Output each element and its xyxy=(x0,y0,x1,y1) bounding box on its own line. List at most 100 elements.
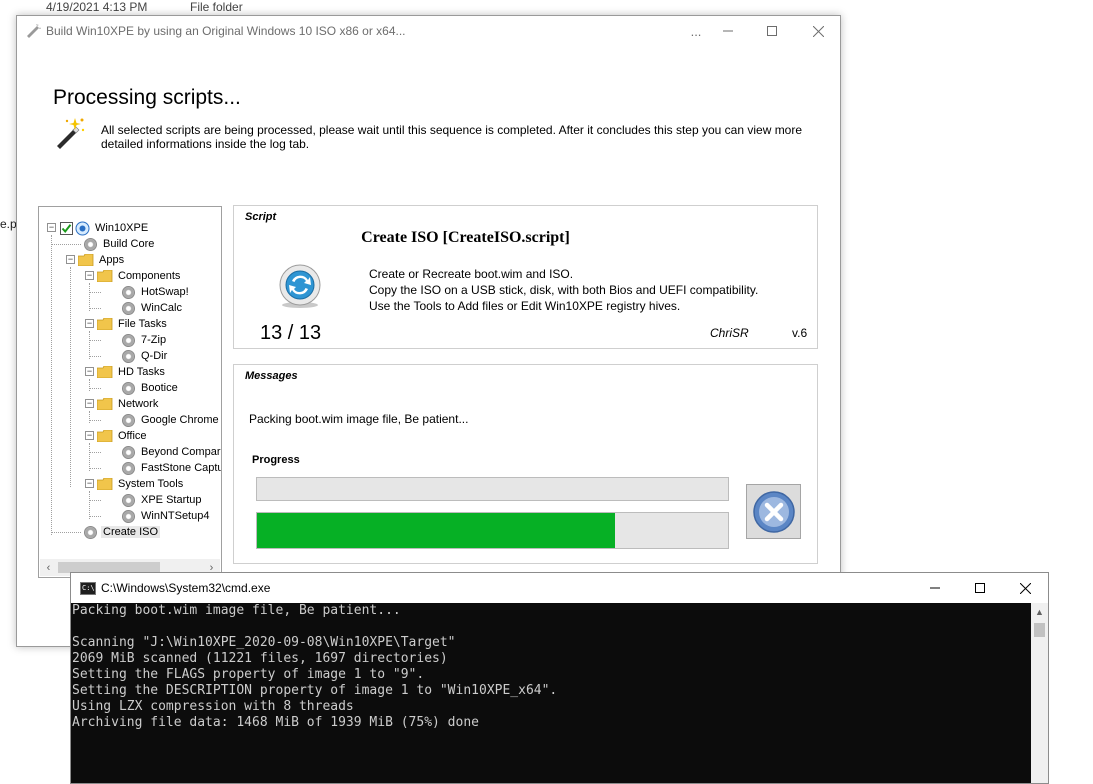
page-title: Processing scripts... xyxy=(53,86,241,109)
cmd-app-icon: C:\ xyxy=(80,582,96,595)
console-line: Packing boot.wim image file, Be patient.… xyxy=(72,603,401,618)
tree-item-7zip[interactable]: 7-Zip xyxy=(122,332,168,348)
scroll-up-icon[interactable]: ▲ xyxy=(1031,603,1048,620)
cmd-maximize-button[interactable] xyxy=(957,573,1003,603)
tree-item-bootice[interactable]: Bootice xyxy=(122,380,180,396)
tree-collapse-toggle[interactable]: − xyxy=(85,431,94,440)
tree-item-components[interactable]: Components xyxy=(97,268,182,284)
script-title: Create ISO [CreateISO.script] xyxy=(361,229,570,246)
cmd-titlebar[interactable]: C:\ C:\Windows\System32\cmd.exe xyxy=(71,573,1048,603)
tree-item-build-core[interactable]: Build Core xyxy=(84,236,156,252)
progress-bar-overall xyxy=(256,477,729,501)
tree-connector xyxy=(89,331,90,359)
tree-collapse-toggle[interactable]: − xyxy=(85,319,94,328)
script-gear-icon xyxy=(122,461,135,475)
tree-collapse-toggle[interactable]: − xyxy=(47,223,56,232)
builder-minimize-button[interactable] xyxy=(705,16,751,46)
script-panel: Script Create ISO [CreateISO.script] Cre… xyxy=(233,205,818,349)
folder-icon xyxy=(78,254,94,266)
magic-wand-icon xyxy=(57,118,85,149)
tree-item-wincalc[interactable]: WinCalc xyxy=(122,300,184,316)
folder-icon xyxy=(97,478,113,490)
tree-connector xyxy=(89,516,101,517)
tree-item-win10xpe[interactable]: Win10XPE xyxy=(60,220,150,236)
tree-item-office[interactable]: Office xyxy=(97,428,149,444)
console-vertical-scrollbar[interactable]: ▲ xyxy=(1031,603,1048,783)
tree-item-network[interactable]: Network xyxy=(97,396,160,412)
tree-connector xyxy=(89,468,101,469)
tree-collapse-toggle[interactable]: − xyxy=(85,399,94,408)
script-gear-icon xyxy=(122,349,135,363)
builder-app-icon xyxy=(27,24,41,38)
tree-connector xyxy=(89,491,90,519)
tree-connector xyxy=(89,292,101,293)
builder-window: Build Win10XPE by using an Original Wind… xyxy=(16,15,841,647)
folder-icon xyxy=(97,430,113,442)
tree-item-apps[interactable]: Apps xyxy=(78,252,126,268)
console-line: Setting the DESCRIPTION property of imag… xyxy=(72,683,558,698)
tree-item-hd-tasks[interactable]: HD Tasks xyxy=(97,364,167,380)
folder-icon xyxy=(97,270,113,282)
script-panel-label: Script xyxy=(245,211,277,223)
scrollbar-thumb[interactable] xyxy=(1034,623,1045,637)
tree-item-qdir[interactable]: Q-Dir xyxy=(122,348,169,364)
tree-item-winntsetup4[interactable]: WinNTSetup4 xyxy=(122,508,211,524)
tree-connector xyxy=(89,356,101,357)
minimize-icon xyxy=(723,30,733,32)
create-iso-icon xyxy=(279,264,321,308)
tree-item-file-tasks[interactable]: File Tasks xyxy=(97,316,169,332)
tree-connector xyxy=(89,340,101,341)
script-description-line: Use the Tools to Add files or Edit Win10… xyxy=(369,299,681,313)
script-gear-icon xyxy=(84,525,97,539)
script-gear-icon xyxy=(122,445,135,459)
tree-connector xyxy=(89,308,101,309)
tree-connector xyxy=(70,267,71,487)
progress-bar-fill xyxy=(257,513,615,548)
checkbox-checked-icon xyxy=(60,221,73,235)
tree-item-faststone-capture[interactable]: FastStone Captu xyxy=(122,460,221,476)
tree-item-create-iso[interactable]: Create ISO xyxy=(84,524,161,540)
console-line: Archiving file data: 1468 MiB of 1939 Mi… xyxy=(72,715,479,730)
tree-collapse-toggle[interactable]: − xyxy=(85,479,94,488)
console-line: Setting the FLAGS property of image 1 to… xyxy=(72,667,425,682)
tree-item-beyond-compare[interactable]: Beyond Compare xyxy=(122,444,221,460)
console-output[interactable]: Packing boot.wim image file, Be patient.… xyxy=(71,603,1032,783)
explorer-date-text: 4/19/2021 4:13 PM xyxy=(46,0,148,14)
tree-connector xyxy=(51,235,52,535)
cmd-window: C:\ C:\Windows\System32\cmd.exe Packing … xyxy=(70,572,1049,784)
tree-item-google-chrome[interactable]: Google Chrome v xyxy=(122,412,221,428)
tree-collapse-toggle[interactable]: − xyxy=(85,271,94,280)
tree-connector xyxy=(51,532,81,533)
cmd-close-button[interactable] xyxy=(1002,573,1048,603)
script-description-line: Create or Recreate boot.wim and ISO. xyxy=(369,267,574,281)
tree-item-xpe-startup[interactable]: XPE Startup xyxy=(122,492,204,508)
script-tree[interactable]: − Win10XPE Build Core − Apps − Component… xyxy=(38,206,222,578)
script-description: Create or Recreate boot.wim and ISO. Cop… xyxy=(369,266,758,314)
builder-maximize-button[interactable] xyxy=(749,16,795,46)
console-line: Using LZX compression with 8 threads xyxy=(72,699,354,714)
folder-icon xyxy=(97,366,113,378)
builder-close-button[interactable] xyxy=(795,16,841,46)
tree-item-hotswap[interactable]: HotSwap! xyxy=(122,284,191,300)
tree-collapse-toggle[interactable]: − xyxy=(66,255,75,264)
progress-bar-current xyxy=(256,512,729,549)
builder-window-title: Build Win10XPE by using an Original Wind… xyxy=(46,24,406,38)
builder-titlebar[interactable]: Build Win10XPE by using an Original Wind… xyxy=(17,16,840,46)
folder-icon xyxy=(97,318,113,330)
tree-collapse-toggle[interactable]: − xyxy=(85,367,94,376)
progress-label: Progress xyxy=(252,454,300,466)
maximize-icon xyxy=(767,26,777,36)
tree-item-system-tools[interactable]: System Tools xyxy=(97,476,185,492)
scroll-left-icon[interactable]: ‹ xyxy=(40,559,57,576)
script-gear-icon xyxy=(122,509,135,523)
script-gear-icon xyxy=(122,301,135,315)
status-message: Packing boot.wim image file, Be patient.… xyxy=(249,412,469,426)
script-gear-icon xyxy=(122,413,135,427)
explorer-edge-text: e.p xyxy=(0,217,17,231)
script-gear-icon xyxy=(122,333,135,347)
tree-connector xyxy=(89,379,90,391)
script-gear-icon xyxy=(122,381,135,395)
cancel-button[interactable] xyxy=(746,484,801,539)
cmd-minimize-button[interactable] xyxy=(912,573,958,603)
